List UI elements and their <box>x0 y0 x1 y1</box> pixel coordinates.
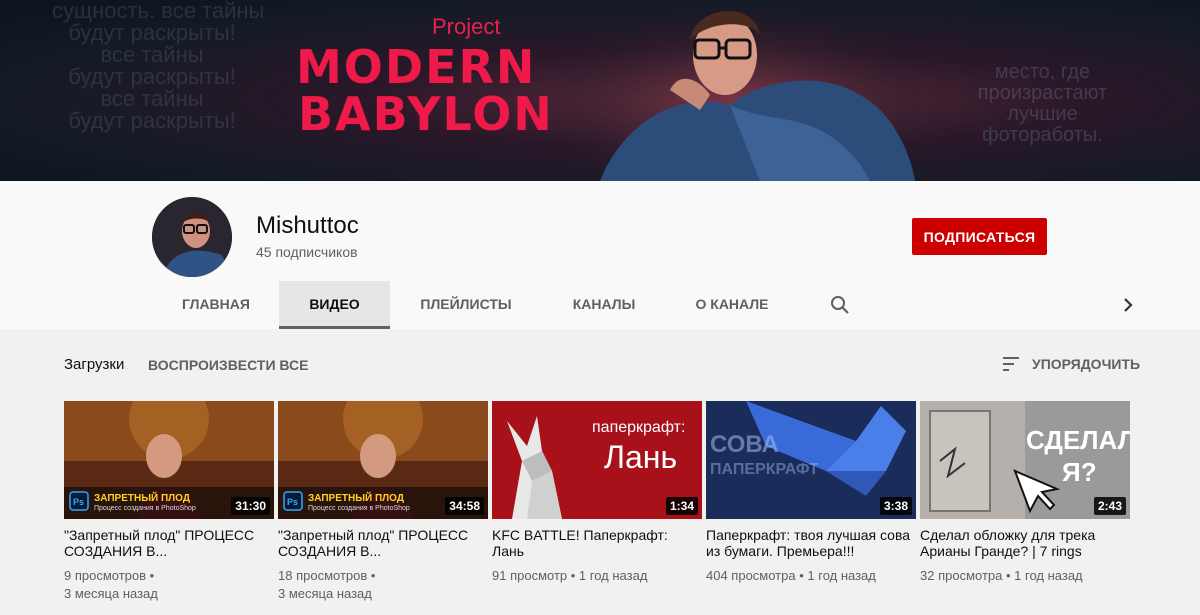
upload-age: 1 год назад <box>807 568 876 583</box>
video-title[interactable]: "Запретный плод" ПРОЦЕСС СОЗДАНИЯ В... <box>278 527 488 561</box>
view-count: 18 просмотров <box>278 568 368 583</box>
video-thumbnail[interactable]: паперкрафт: Лань 1:34 <box>492 401 702 519</box>
video-card[interactable]: паперкрафт: Лань 1:34 KFC BATTLE! Паперк… <box>492 401 702 585</box>
search-icon[interactable] <box>828 293 852 317</box>
video-title[interactable]: Сделал обложку для трека Арианы Гранде? … <box>920 527 1130 561</box>
view-count: 32 просмотра <box>920 568 1003 583</box>
banner-right-text: место, где произрастают лучшие фоторабот… <box>977 61 1108 146</box>
tab-videos[interactable]: ВИДЕО <box>279 281 390 329</box>
svg-text:Ps: Ps <box>287 497 298 507</box>
channel-name: Mishuttoc <box>256 212 359 239</box>
sort-button[interactable]: УПОРЯДОЧИТЬ <box>1000 354 1140 374</box>
video-meta: 18 просмотров • 3 месяца назад <box>278 568 376 601</box>
tab-playlists[interactable]: ПЛЕЙЛИСТЫ <box>410 281 522 329</box>
video-duration: 31:30 <box>231 497 270 515</box>
video-duration: 34:58 <box>445 497 484 515</box>
chevron-right-icon[interactable] <box>1116 293 1140 317</box>
tab-home[interactable]: ГЛАВНАЯ <box>170 281 262 329</box>
video-title[interactable]: Паперкрафт: твоя лучшая сова из бумаги. … <box>706 527 916 561</box>
banner-title-line1: MODERN <box>296 40 537 94</box>
video-meta: 91 просмотр • 1 год назад <box>492 568 648 583</box>
view-count: 91 просмотр <box>492 568 568 583</box>
thumbnail-subcaption: Процесс создания в PhotoShop <box>94 505 196 512</box>
sort-label: УПОРЯДОЧИТЬ <box>1032 356 1141 372</box>
play-all-button[interactable]: ВОСПРОИЗВЕСТИ ВСЕ <box>148 357 308 373</box>
video-card[interactable]: Ps ЗАПРЕТНЫЙ ПЛОД Процесс создания в Pho… <box>278 401 488 603</box>
banner-project-label: Project <box>432 14 501 39</box>
tab-channels[interactable]: КАНАЛЫ <box>562 281 646 329</box>
avatar-image <box>152 197 232 277</box>
view-count: 9 просмотров <box>64 568 147 583</box>
video-thumbnail[interactable]: Ps ЗАПРЕТНЫЙ ПЛОД Процесс создания в Pho… <box>278 401 488 519</box>
video-title[interactable]: "Запретный плод" ПРОЦЕСС СОЗДАНИЯ В... <box>64 527 274 561</box>
banner-person-image <box>560 0 920 181</box>
video-card[interactable]: СДЕЛАЛ Я? 2:43 Сделал обложку для трека … <box>920 401 1130 585</box>
video-thumbnail[interactable]: СОВА ПАПЕРКРАФТ 3:38 <box>706 401 916 519</box>
upload-age: 1 год назад <box>578 568 648 583</box>
thumbnail-caption: паперкрафт: <box>592 419 686 436</box>
thumbnail-caption: ЗАПРЕТНЫЙ ПЛОД <box>308 493 404 504</box>
video-title[interactable]: KFC BATTLE! Паперкрафт: Лань <box>492 527 702 561</box>
thumbnail-subcaption: ПАПЕРКРАФТ <box>710 461 819 478</box>
channel-tabs: ГЛАВНАЯ ВИДЕО ПЛЕЙЛИСТЫ КАНАЛЫ О КАНАЛЕ <box>0 281 1200 329</box>
upload-age: 3 месяца назад <box>278 586 372 601</box>
subscriber-count: 45 подписчиков <box>256 244 358 260</box>
thumbnail-subcaption: Лань <box>604 439 678 475</box>
upload-age: 1 год назад <box>1014 568 1083 583</box>
tab-about[interactable]: О КАНАЛЕ <box>686 281 778 329</box>
thumbnail-caption: ЗАПРЕТНЫЙ ПЛОД <box>94 493 190 504</box>
video-thumbnail[interactable]: СДЕЛАЛ Я? 2:43 <box>920 401 1130 519</box>
video-duration: 3:38 <box>879 497 912 515</box>
banner-title-line2: BABYLON <box>298 87 554 141</box>
video-meta: 404 просмотра • 1 год назад <box>706 568 876 583</box>
video-card[interactable]: Ps ЗАПРЕТНЫЙ ПЛОД Процесс создания в Pho… <box>64 401 274 603</box>
view-count: 404 просмотра <box>706 568 796 583</box>
thumbnail-caption: СОВА <box>710 431 779 458</box>
section-title: Загрузки <box>64 356 125 373</box>
subscribe-button[interactable]: ПОДПИСАТЬСЯ <box>912 218 1047 255</box>
thumbnail-caption: СДЕЛАЛ <box>1026 425 1130 455</box>
video-duration: 1:34 <box>665 497 698 515</box>
video-meta: 32 просмотра • 1 год назад <box>920 568 1083 583</box>
video-duration: 2:43 <box>1093 497 1126 515</box>
svg-text:Ps: Ps <box>73 497 84 507</box>
video-meta: 9 просмотров • 3 месяца назад <box>64 568 158 601</box>
banner-left-text: сущность. все тайны будут раскрыты! все … <box>52 0 265 133</box>
video-card[interactable]: СОВА ПАПЕРКРАФТ 3:38 Паперкрафт: твоя лу… <box>706 401 916 585</box>
thumbnail-subcaption: Я? <box>1062 457 1097 487</box>
channel-banner: сущность. все тайны будут раскрыты! все … <box>0 0 1200 181</box>
channel-avatar[interactable] <box>152 197 232 277</box>
upload-age: 3 месяца назад <box>64 586 158 601</box>
thumbnail-subcaption: Процесс создания в PhotoShop <box>308 505 410 512</box>
video-thumbnail[interactable]: Ps ЗАПРЕТНЫЙ ПЛОД Процесс создания в Pho… <box>64 401 274 519</box>
sort-icon <box>1003 357 1019 371</box>
